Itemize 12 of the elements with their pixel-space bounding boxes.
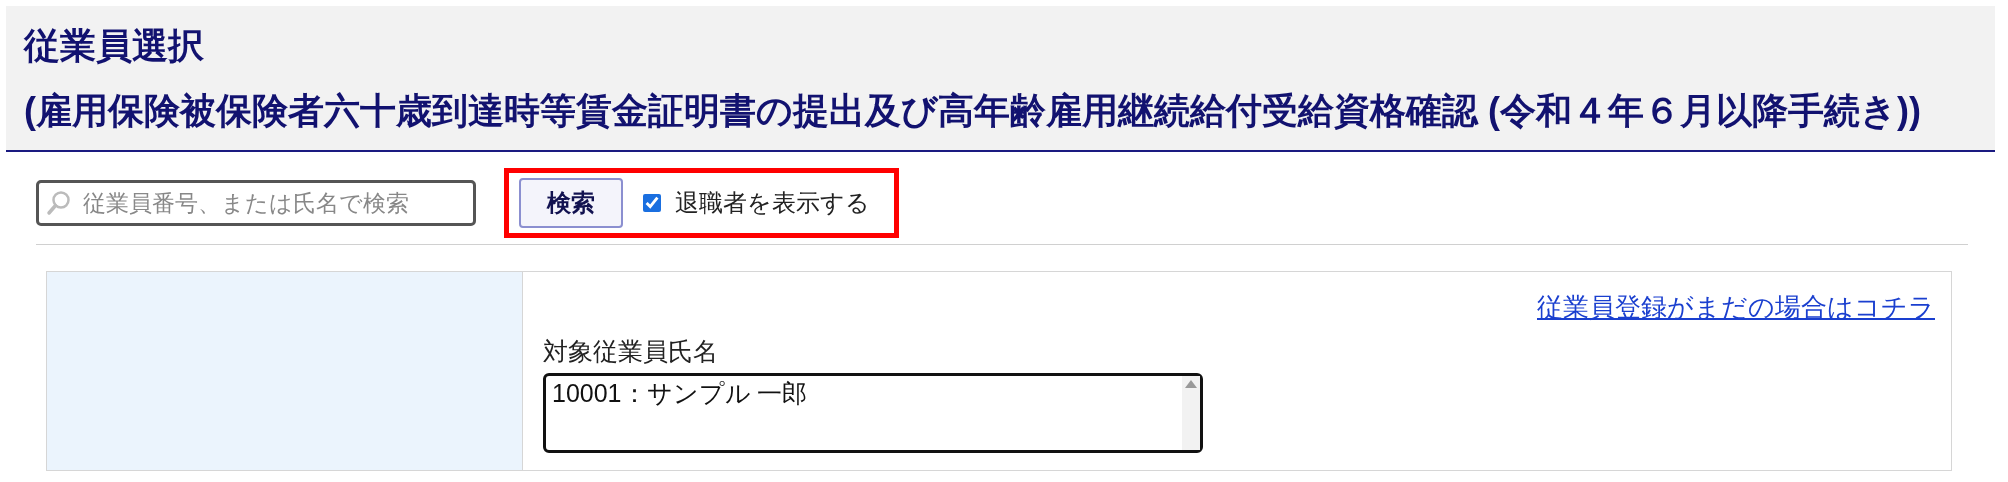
search-icon (46, 190, 72, 216)
search-button[interactable]: 検索 (519, 178, 623, 228)
page-title: 従業員選択 (24, 24, 205, 68)
field-label: 対象従業員氏名 (543, 336, 719, 367)
checkbox-label: 退職者を表示する (675, 188, 870, 218)
register-link[interactable]: 従業員登録がまだの場合はコチラ (1537, 288, 1935, 327)
page-subtitle: (雇用保険被保険者六十歳到達時等賃金証明書の提出及び高年齢雇用継続給付受給資格確認 (令和４年６月以降手続き)) (24, 89, 1922, 133)
search-field[interactable]: 従業員番号、または氏名で検索 (36, 180, 476, 226)
scroll-up-icon[interactable] (1185, 379, 1197, 388)
employee-list[interactable]: 10001：サンプル 一郎 (543, 372, 1203, 453)
retired-checkbox[interactable] (643, 194, 661, 212)
list-option[interactable]: 10001：サンプル 一郎 (552, 375, 812, 410)
